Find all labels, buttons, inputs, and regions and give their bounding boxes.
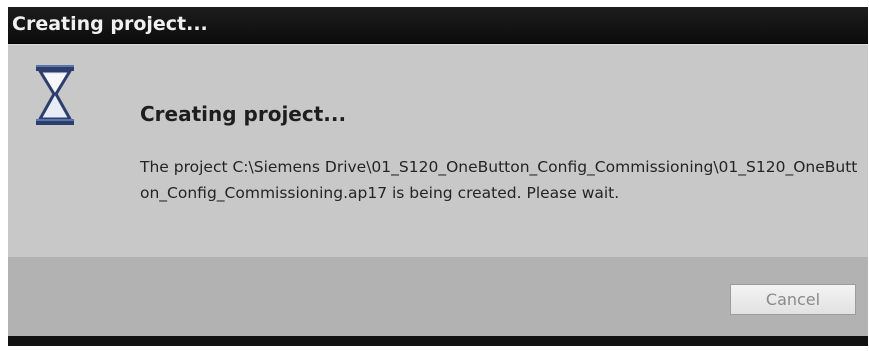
creating-project-dialog: Creating project... Creating project... … xyxy=(8,7,868,346)
title-bar[interactable]: Creating project... xyxy=(8,7,868,44)
dialog-footer: Cancel xyxy=(8,257,868,336)
window-title: Creating project... xyxy=(12,13,208,35)
hourglass-icon xyxy=(36,65,74,125)
dialog-message: The project C:\Siemens Drive\01_S120_One… xyxy=(140,158,858,202)
cancel-button[interactable]: Cancel xyxy=(730,284,856,315)
dialog-heading: Creating project... xyxy=(140,102,347,126)
dialog-content: Creating project... The project C:\Sieme… xyxy=(8,44,868,257)
bottom-border xyxy=(8,336,868,346)
